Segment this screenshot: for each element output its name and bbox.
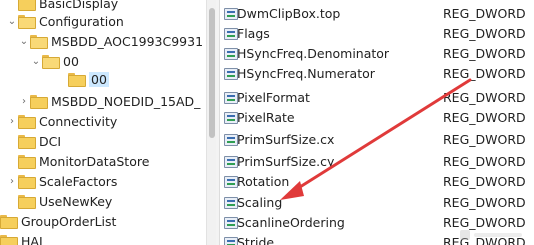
value-row[interactable]: DwmClipBox.top REG_DWORD <box>220 3 534 24</box>
value-type: REG_DWORD <box>443 90 526 105</box>
value-row[interactable]: PixelRate REG_DWORD <box>220 107 534 128</box>
folder-icon <box>68 73 86 87</box>
value-name: ScanlineOrdering <box>237 215 345 230</box>
value-name: PrimSurfSize.cx <box>237 132 335 147</box>
folder-icon <box>0 215 18 229</box>
reg-binary-icon <box>224 216 238 229</box>
tree-item-monitordatastore[interactable]: MonitorDataStore <box>18 152 149 170</box>
value-row-scaling[interactable]: Scaling REG_DWORD <box>220 192 534 213</box>
value-type: REG_DWORD <box>443 154 526 169</box>
value-name: PixelRate <box>237 110 295 125</box>
tree-item-label: 00 <box>63 53 79 69</box>
reg-binary-icon <box>224 91 238 104</box>
reg-binary-icon <box>224 155 238 168</box>
tree-item-label: DCI <box>39 133 62 149</box>
value-name: DwmClipBox.top <box>237 6 341 21</box>
tree-item-label: 00 <box>89 71 109 87</box>
tree-item-label: HAL <box>21 233 46 245</box>
tree-item-grouporderlist[interactable]: GroupOrderList <box>0 212 116 230</box>
value-type: REG_DWORD <box>443 132 526 147</box>
tree-item-connectivity[interactable]: › Connectivity <box>6 112 117 130</box>
reg-binary-icon <box>224 47 238 60</box>
reg-binary-icon <box>224 27 238 40</box>
tree-item-label: Configuration <box>39 13 124 29</box>
value-name: PrimSurfSize.cy <box>237 154 335 169</box>
value-row[interactable]: Rotation REG_DWORD <box>220 171 534 192</box>
tree-item-usenewkey[interactable]: UseNewKey <box>18 192 112 210</box>
value-row[interactable]: PrimSurfSize.cy REG_DWORD <box>220 151 534 172</box>
tree-item-00-parent[interactable]: ⌄ 00 <box>30 52 79 70</box>
reg-binary-icon <box>224 236 238 245</box>
reg-binary-icon <box>224 7 238 20</box>
folder-icon <box>18 155 36 169</box>
reg-binary-icon <box>224 196 238 209</box>
tree-item-label: ScaleFactors <box>39 173 118 189</box>
watermark-logo <box>460 230 522 240</box>
value-type: REG_DWORD <box>443 66 526 81</box>
chevron-right-icon[interactable]: › <box>6 112 18 130</box>
tree-item-label: MonitorDataStore <box>39 153 150 169</box>
tree-item-label: GroupOrderList <box>21 213 117 229</box>
chevron-right-icon[interactable]: › <box>18 92 30 110</box>
value-row[interactable]: PixelFormat REG_DWORD <box>220 87 534 108</box>
folder-icon <box>18 0 36 11</box>
tree-item-msbdd-noedid[interactable]: › MSBDD_NOEDID_15AD_ <box>18 92 200 110</box>
folder-icon <box>0 235 18 245</box>
value-name: HSyncFreq.Numerator <box>237 66 375 81</box>
value-name: Scaling <box>237 195 283 210</box>
folder-icon <box>18 195 36 209</box>
value-type: REG_DWORD <box>443 110 526 125</box>
value-name: Flags <box>237 26 270 41</box>
tree-item-basicdisplay[interactable]: BasicDisplay <box>18 0 118 12</box>
folder-open-icon <box>30 35 48 49</box>
tree-item-msbdd-aoc[interactable]: ⌄ MSBDD_AOC1993C9931 <box>18 32 203 50</box>
tree-item-label: MSBDD_AOC1993C9931 <box>51 33 204 49</box>
value-row[interactable]: HSyncFreq.Denominator REG_DWORD <box>220 43 534 64</box>
registry-values-list: DwmClipBox.top REG_DWORD Flags REG_DWORD… <box>220 0 534 245</box>
tree-item-dci[interactable]: DCI <box>18 132 61 150</box>
value-name: Stride <box>237 235 275 245</box>
registry-tree: BasicDisplay ⌄ Configuration ⌄ MSBDD_AOC… <box>0 0 206 245</box>
folder-icon <box>18 175 36 189</box>
tree-item-label: Connectivity <box>39 113 118 129</box>
value-name: PixelFormat <box>237 90 310 105</box>
folder-open-icon <box>42 55 60 69</box>
chevron-right-icon[interactable]: › <box>6 172 18 190</box>
reg-binary-icon <box>224 175 238 188</box>
tree-item-label: BasicDisplay <box>39 0 119 11</box>
tree-item-label: UseNewKey <box>39 193 113 209</box>
value-type: REG_DWORD <box>443 46 526 61</box>
scrollbar-thumb[interactable] <box>209 8 215 138</box>
value-name: Rotation <box>237 174 290 189</box>
chevron-down-icon[interactable]: ⌄ <box>18 32 30 50</box>
chevron-down-icon[interactable]: ⌄ <box>30 52 42 70</box>
value-type: REG_DWORD <box>443 6 526 21</box>
tree-item-configuration[interactable]: ⌄ Configuration <box>6 12 124 30</box>
reg-binary-icon <box>224 111 238 124</box>
folder-icon <box>18 135 36 149</box>
folder-icon <box>18 115 36 129</box>
tree-item-label: MSBDD_NOEDID_15AD_ <box>51 93 201 109</box>
value-type: REG_DWORD <box>443 174 526 189</box>
tree-item-hal[interactable]: HAL <box>0 232 46 245</box>
tree-item-scalefactors[interactable]: › ScaleFactors <box>6 172 117 190</box>
folder-icon <box>30 95 48 109</box>
value-row[interactable]: Flags REG_DWORD <box>220 23 534 44</box>
value-type: REG_DWORD <box>443 26 526 41</box>
folder-open-icon <box>18 15 36 29</box>
reg-binary-icon <box>224 67 238 80</box>
tree-item-00-selected[interactable]: 00 <box>68 70 109 88</box>
value-name: HSyncFreq.Denominator <box>237 46 390 61</box>
tree-scrollbar[interactable] <box>206 0 216 245</box>
value-row[interactable]: HSyncFreq.Numerator REG_DWORD <box>220 63 534 84</box>
chevron-down-icon[interactable]: ⌄ <box>6 12 18 30</box>
value-row[interactable]: PrimSurfSize.cx REG_DWORD <box>220 129 534 150</box>
reg-binary-icon <box>224 133 238 146</box>
value-type: REG_DWORD <box>443 195 526 210</box>
